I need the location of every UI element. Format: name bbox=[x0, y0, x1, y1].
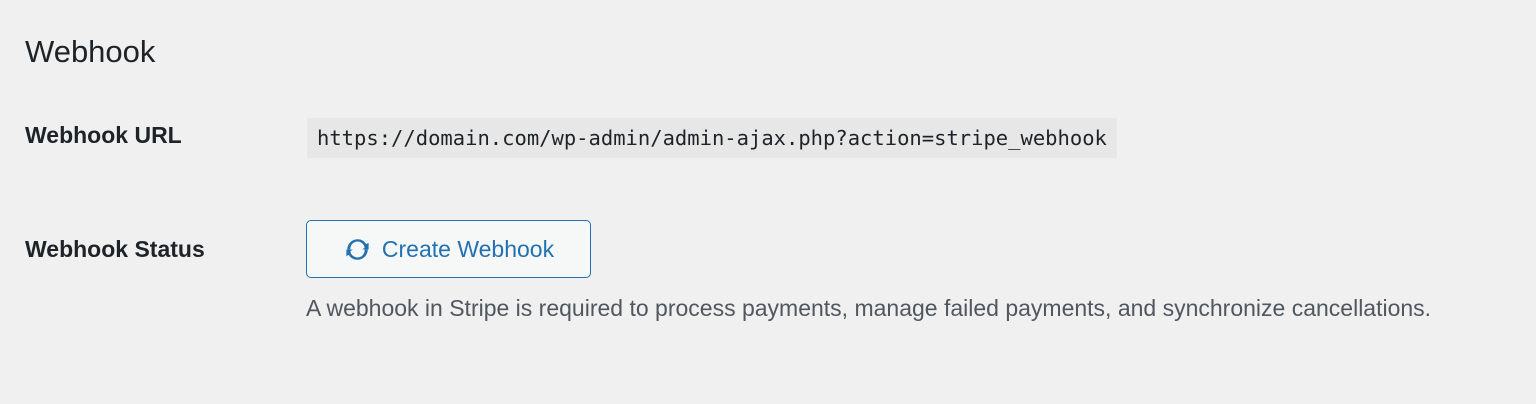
webhook-url-value: https://domain.com/wp-admin/admin-ajax.p… bbox=[307, 118, 1117, 158]
webhook-settings-section: Webhook Webhook URL https://domain.com/w… bbox=[0, 0, 1536, 404]
webhook-description: A webhook in Stripe is required to proce… bbox=[306, 295, 1432, 321]
create-webhook-label: Create Webhook bbox=[381, 236, 555, 262]
webhook-status-label: Webhook Status bbox=[25, 236, 205, 262]
create-webhook-button[interactable]: Create Webhook bbox=[306, 220, 591, 278]
section-title: Webhook bbox=[25, 34, 156, 69]
sync-icon bbox=[346, 238, 369, 260]
webhook-url-label: Webhook URL bbox=[25, 122, 182, 148]
